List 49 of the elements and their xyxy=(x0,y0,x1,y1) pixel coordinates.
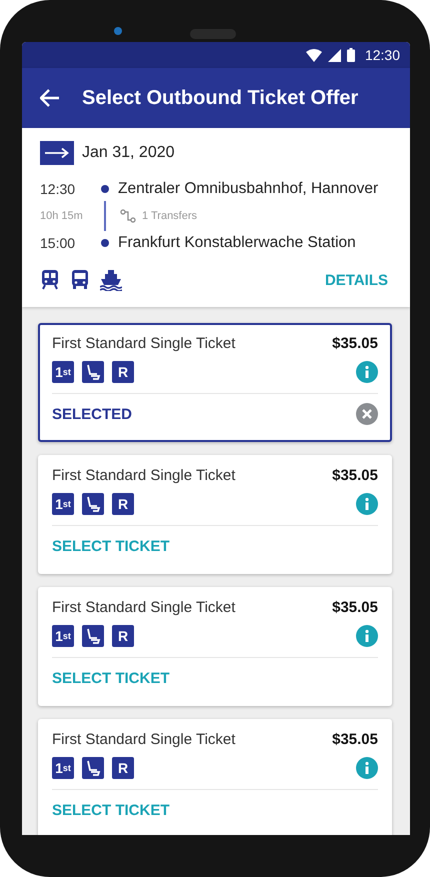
ticket-price: $35.05 xyxy=(332,599,378,616)
seat-icon xyxy=(82,625,104,647)
seat-icon xyxy=(82,757,104,779)
info-button[interactable] xyxy=(356,757,378,779)
ticket-price: $35.05 xyxy=(332,731,378,748)
ticket-price: $35.05 xyxy=(332,467,378,484)
ticket-offer-card[interactable]: First Standard Single Ticket $35.05 1$^{st}$ R SELECT TICKET xyxy=(38,587,392,706)
info-button[interactable] xyxy=(356,625,378,647)
arrival-time: 15:00 xyxy=(40,235,76,251)
fare-badge: R xyxy=(112,625,134,647)
selected-label: SELECTED xyxy=(52,406,132,422)
camera-icon xyxy=(114,27,122,35)
screen-title: Select Outbound Ticket Offer xyxy=(82,86,358,110)
fare-badge: R xyxy=(112,361,134,383)
seat-icon xyxy=(82,493,104,515)
ferry-icon xyxy=(100,269,122,291)
wifi-icon xyxy=(306,48,322,62)
fare-badge: R xyxy=(112,493,134,515)
trip-duration: 10h 15m xyxy=(40,210,84,222)
info-button[interactable] xyxy=(356,361,378,383)
departure-time: 12:30 xyxy=(40,181,76,197)
ticket-offer-card[interactable]: First Standard Single Ticket $35.05 1$^{st}$ R SELECT TICKET xyxy=(38,455,392,574)
departure-station: Zentraler Omnibusbahnhof, Hannover xyxy=(118,180,380,198)
timeline-dot xyxy=(101,185,109,193)
fare-badge: 1$^{st}$ xyxy=(52,493,74,515)
ticket-name: First Standard Single Ticket xyxy=(52,467,236,484)
info-button[interactable] xyxy=(356,493,378,515)
transfers-count: 1 Transfers xyxy=(142,210,198,222)
timeline-line xyxy=(104,201,106,231)
fare-badge: 1$^{st}$ xyxy=(52,361,74,383)
fare-badge: 1$^{st}$ xyxy=(52,625,74,647)
clear-button[interactable] xyxy=(356,403,378,425)
seat-icon xyxy=(82,361,104,383)
timeline-dot xyxy=(101,239,109,247)
ticket-name: First Standard Single Ticket xyxy=(52,599,236,616)
status-time: 12:30 xyxy=(364,47,400,63)
arrival-station: Frankfurt Konstablerwache Station xyxy=(118,234,357,252)
ticket-price: $35.05 xyxy=(332,335,378,352)
battery-icon xyxy=(346,48,355,62)
ticket-offer-card[interactable]: First Standard Single Ticket $35.05 1$^{st}$ R SELECT TICKET xyxy=(38,719,392,835)
signal-icon xyxy=(328,48,341,62)
trip-date: Jan 31, 2020 xyxy=(82,144,175,162)
ticket-name: First Standard Single Ticket xyxy=(52,335,236,352)
ticket-name: First Standard Single Ticket xyxy=(52,731,236,748)
route-icon xyxy=(120,209,136,223)
ticket-offer-card[interactable]: First Standard Single Ticket $35.05 1$^{st}$ R SELECTED xyxy=(38,323,392,442)
direction-icon xyxy=(40,141,74,165)
fare-badge: R xyxy=(112,757,134,779)
fare-badge: 1$^{st}$ xyxy=(52,757,74,779)
